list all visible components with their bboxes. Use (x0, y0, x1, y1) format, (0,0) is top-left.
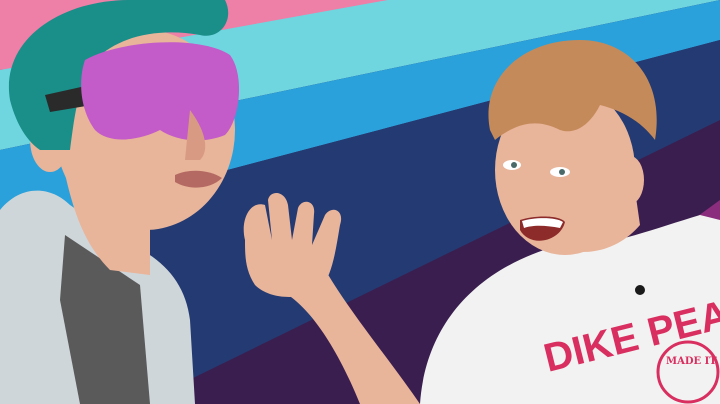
right-person-pupil-right (559, 169, 565, 175)
photo-illustration: DIKE PEA MADE IT (0, 0, 720, 404)
lapel-microphone-icon (635, 285, 645, 295)
photo-scene: DIKE PEA MADE IT (0, 0, 720, 404)
blindfold-mask (81, 42, 240, 141)
badge-text: MADE IT (666, 356, 717, 367)
right-person-pupil-left (511, 162, 517, 168)
right-person-ear (616, 156, 644, 204)
